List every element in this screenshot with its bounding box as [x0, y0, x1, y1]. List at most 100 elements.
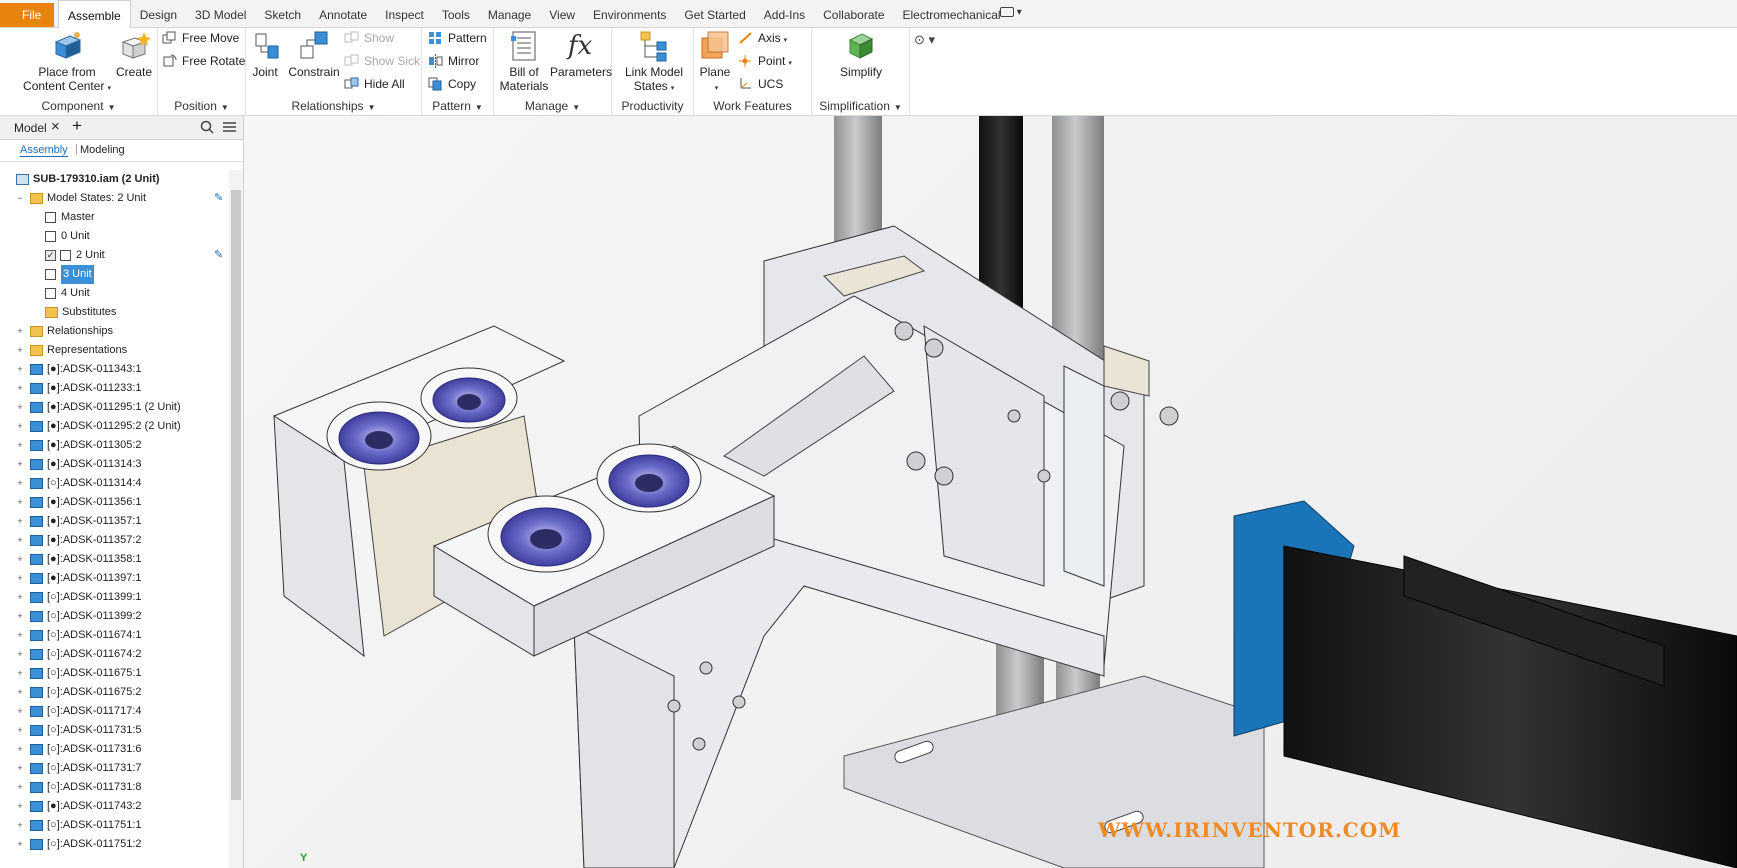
simplify-button[interactable]: Simplify	[826, 30, 896, 79]
bill-of-materials-button[interactable]: Bill of Materials	[498, 30, 550, 93]
part-list-item[interactable]: + [○]:ADSK-011675:2	[0, 683, 230, 702]
relationships-node[interactable]: + Relationships	[0, 322, 230, 341]
tab-3d-model[interactable]: 3D Model	[186, 0, 255, 28]
part-list-item[interactable]: + [●]:ADSK-011743:2	[0, 797, 230, 816]
part-list-item[interactable]: + [●]:ADSK-011305:2	[0, 436, 230, 455]
part-list-item[interactable]: + [○]:ADSK-011675:1	[0, 664, 230, 683]
expand-icon[interactable]: +	[15, 835, 25, 854]
component-panel-title[interactable]: Component ▼	[0, 99, 157, 113]
part-list-item[interactable]: + [●]:ADSK-011358:1	[0, 550, 230, 569]
part-list-item[interactable]: + [●]:ADSK-011295:2 (2 Unit)	[0, 417, 230, 436]
tab-get-started[interactable]: Get Started	[675, 0, 754, 28]
expand-icon[interactable]: +	[15, 436, 25, 455]
place-from-content-center-button[interactable]: Place from Content Center ▾	[22, 30, 112, 96]
part-list-item[interactable]: + [○]:ADSK-011731:8	[0, 778, 230, 797]
expand-icon[interactable]: +	[15, 493, 25, 512]
parameters-button[interactable]: fx Parameters	[550, 30, 612, 79]
model-state-item[interactable]: 0 Unit	[0, 227, 230, 246]
mirror-button[interactable]: Mirror	[426, 51, 479, 71]
part-list-item[interactable]: + [○]:ADSK-011717:4	[0, 702, 230, 721]
model-states-node[interactable]: − Model States: 2 Unit ✎	[0, 189, 230, 208]
tab-assembly[interactable]: Assembly	[20, 144, 68, 157]
part-list-item[interactable]: + [●]:ADSK-011314:3	[0, 455, 230, 474]
search-icon[interactable]	[200, 120, 214, 134]
expand-icon[interactable]: +	[15, 607, 25, 626]
expand-icon[interactable]: +	[15, 797, 25, 816]
expand-icon[interactable]: +	[15, 379, 25, 398]
expand-icon[interactable]: +	[15, 626, 25, 645]
tab-tools[interactable]: Tools	[433, 0, 479, 28]
pattern-panel-title[interactable]: Pattern ▼	[422, 99, 493, 113]
tab-annotate[interactable]: Annotate	[310, 0, 376, 28]
part-list-item[interactable]: + [●]:ADSK-011343:1	[0, 360, 230, 379]
expand-icon[interactable]: +	[15, 683, 25, 702]
expand-icon[interactable]: +	[15, 645, 25, 664]
part-list-item[interactable]: + [●]:ADSK-011357:1	[0, 512, 230, 531]
model-state-item[interactable]: 4 Unit	[0, 284, 230, 303]
part-list-item[interactable]: + [○]:ADSK-011731:6	[0, 740, 230, 759]
browser-scrollbar[interactable]	[229, 170, 243, 868]
expand-icon[interactable]: +	[15, 740, 25, 759]
free-rotate-button[interactable]: Free Rotate	[160, 51, 245, 71]
expand-icon[interactable]: +	[15, 417, 25, 436]
tab-assemble[interactable]: Assemble	[58, 0, 131, 29]
part-list-item[interactable]: + [○]:ADSK-011674:2	[0, 645, 230, 664]
tab-electromechanical[interactable]: Electromechanical	[894, 0, 1010, 28]
expand-icon[interactable]: +	[15, 550, 25, 569]
add-browser-tab-icon[interactable]: +	[72, 116, 82, 136]
joint-button[interactable]: Joint	[250, 30, 280, 79]
expand-icon[interactable]: +	[15, 360, 25, 379]
part-list-item[interactable]: + [○]:ADSK-011751:1	[0, 816, 230, 835]
assembly-model-render[interactable]	[244, 116, 1737, 868]
part-list-item[interactable]: + [○]:ADSK-011399:2	[0, 607, 230, 626]
tab-view[interactable]: View	[540, 0, 584, 28]
expand-icon[interactable]: +	[15, 455, 25, 474]
part-list-item[interactable]: + [○]:ADSK-011399:1	[0, 588, 230, 607]
ribbon-overflow-icon[interactable]: ⊙ ▾	[914, 32, 935, 48]
tab-modeling[interactable]: Modeling	[80, 144, 125, 156]
part-list-item[interactable]: + [●]:ADSK-011397:1	[0, 569, 230, 588]
part-list-item[interactable]: + [○]:ADSK-011731:5	[0, 721, 230, 740]
show-sick-button[interactable]: Show Sick	[342, 51, 420, 71]
expand-icon[interactable]: +	[15, 398, 25, 417]
edit-pencil-icon[interactable]: ✎	[214, 189, 223, 208]
expand-icon[interactable]: +	[15, 569, 25, 588]
tree-root[interactable]: SUB-179310.iam (2 Unit) ⌃	[0, 170, 237, 189]
copy-button[interactable]: Copy	[426, 74, 476, 94]
representations-node[interactable]: + Representations	[0, 341, 230, 360]
link-model-states-button[interactable]: Link Model States ▾	[616, 30, 692, 96]
expand-icon[interactable]: +	[15, 759, 25, 778]
plane-button[interactable]: Plane ▾	[698, 30, 732, 96]
collapse-icon[interactable]: −	[15, 189, 25, 208]
create-component-button[interactable]: Create	[114, 30, 154, 79]
show-constraints-button[interactable]: Show	[342, 28, 394, 48]
tab-collaborate[interactable]: Collaborate	[814, 0, 893, 28]
part-list-item[interactable]: + [○]:ADSK-011674:1	[0, 626, 230, 645]
close-icon[interactable]: ×	[51, 118, 60, 135]
tab-design[interactable]: Design	[131, 0, 186, 28]
model-state-item[interactable]: ✓ 2 Unit ✎	[0, 246, 230, 265]
substitutes-node[interactable]: Substitutes	[0, 303, 230, 322]
tab-environments[interactable]: Environments	[584, 0, 675, 28]
part-list-item[interactable]: + [○]:ADSK-011314:4	[0, 474, 230, 493]
scrollbar-thumb[interactable]	[231, 190, 241, 800]
point-button[interactable]: Point ▾	[736, 51, 792, 71]
manage-panel-title[interactable]: Manage ▼	[494, 99, 611, 113]
hide-all-button[interactable]: Hide All	[342, 74, 405, 94]
expand-icon[interactable]: +	[15, 474, 25, 493]
pattern-button[interactable]: Pattern	[426, 28, 487, 48]
part-list-item[interactable]: + [●]:ADSK-011233:1	[0, 379, 230, 398]
relationships-panel-title[interactable]: Relationships ▼	[246, 99, 421, 113]
part-list-item[interactable]: + [●]:ADSK-011295:1 (2 Unit)	[0, 398, 230, 417]
tab-sketch[interactable]: Sketch	[255, 0, 310, 28]
expand-icon[interactable]: +	[15, 721, 25, 740]
file-menu-button[interactable]: File	[0, 3, 54, 27]
tab-manage[interactable]: Manage	[479, 0, 540, 28]
expand-icon[interactable]: +	[15, 664, 25, 683]
tab-inspect[interactable]: Inspect	[376, 0, 433, 28]
model-state-item[interactable]: 3 Unit	[0, 265, 230, 284]
ribbon-display-options-icon[interactable]: ▾	[1000, 7, 1026, 21]
simplification-panel-title[interactable]: Simplification ▼	[812, 99, 909, 113]
expand-icon[interactable]: +	[15, 512, 25, 531]
constrain-button[interactable]: Constrain	[286, 30, 342, 79]
